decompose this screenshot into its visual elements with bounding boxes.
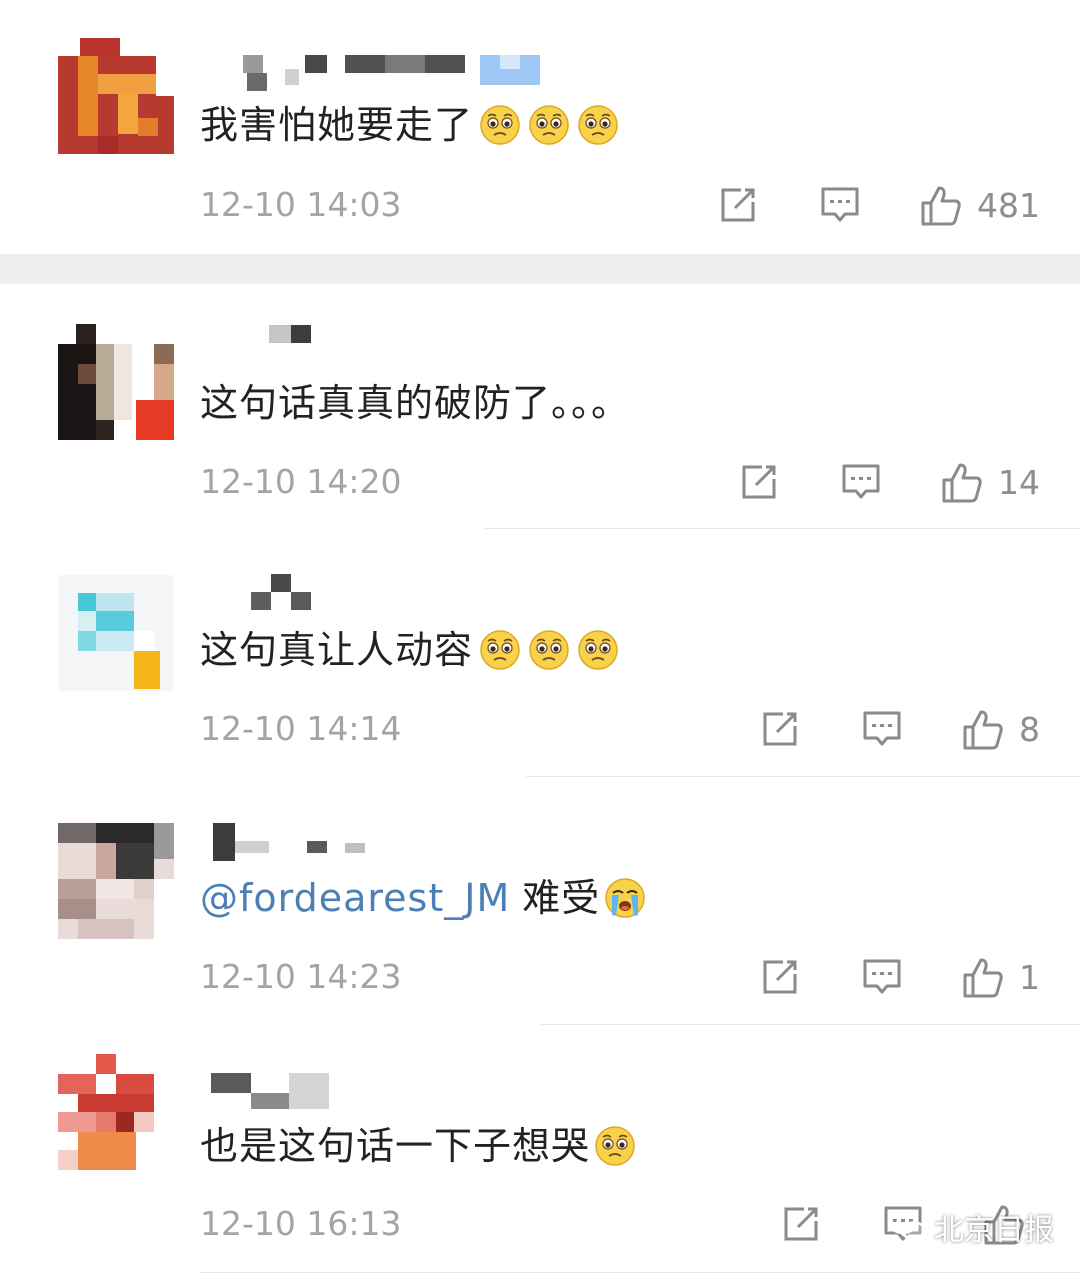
comment-actions: 8 <box>759 704 1040 754</box>
watermark-label: 北京日报 <box>934 1213 1054 1248</box>
comment-text-row: 也是这句话一下子想哭 <box>200 1121 636 1171</box>
like-count: 1 <box>1019 957 1040 997</box>
pleading-face-icon <box>577 104 619 146</box>
like-count: 8 <box>1019 709 1040 749</box>
username-mosaic[interactable] <box>205 1073 345 1117</box>
avatar[interactable] <box>58 575 174 691</box>
comment-actions: 481 <box>717 180 1040 230</box>
avatar[interactable] <box>58 38 174 154</box>
like-count: 14 <box>998 462 1040 502</box>
comment-timestamp: 12-10 16:13 <box>200 1204 402 1243</box>
comment-icon[interactable] <box>819 184 861 226</box>
pleading-face-icon <box>479 104 521 146</box>
like-count: 481 <box>977 185 1040 225</box>
comment-actions: 14 <box>738 457 1040 507</box>
comment-text: 难受 <box>522 876 601 920</box>
comment-timestamp: 12-10 14:20 <box>200 462 402 501</box>
comment-text-row: @fordearest_JM 难受 <box>200 873 646 923</box>
pleading-face-icon <box>594 1125 636 1167</box>
comment-timestamp: 12-10 14:03 <box>200 185 402 224</box>
divider <box>200 1272 1080 1273</box>
divider <box>526 776 1080 777</box>
thumbs-up-icon[interactable] <box>919 184 961 226</box>
avatar[interactable] <box>58 823 174 939</box>
mention-link[interactable]: @fordearest_JM <box>200 873 510 923</box>
divider <box>541 1024 1080 1025</box>
comment-actions: 1 <box>759 952 1040 1002</box>
wechat-icon <box>888 1210 928 1244</box>
username-mosaic[interactable] <box>205 574 325 618</box>
watermark: 北京日报 <box>888 1202 1054 1252</box>
thumbs-up-icon[interactable] <box>961 708 1003 750</box>
pleading-face-icon <box>528 104 570 146</box>
share-icon[interactable] <box>780 1203 822 1245</box>
crying-face-icon <box>604 877 646 919</box>
pleading-face-icon <box>528 629 570 671</box>
share-icon[interactable] <box>759 956 801 998</box>
thumbs-up-icon[interactable] <box>940 461 982 503</box>
username-mosaic[interactable] <box>205 55 545 99</box>
pleading-face-icon <box>479 629 521 671</box>
comment-timestamp: 12-10 14:14 <box>200 709 402 748</box>
comment-icon[interactable] <box>840 461 882 503</box>
comment-icon[interactable] <box>861 956 903 998</box>
section-separator <box>0 254 1080 284</box>
username-mosaic[interactable] <box>205 325 325 349</box>
divider <box>485 528 1080 529</box>
comment-text-row: 我害怕她要走了 <box>200 100 619 150</box>
username-mosaic[interactable] <box>205 823 385 867</box>
comment-icon[interactable] <box>861 708 903 750</box>
comment-text-row: 这句真让人动容 <box>200 625 619 675</box>
share-icon[interactable] <box>717 184 759 226</box>
avatar[interactable] <box>58 1054 174 1170</box>
comment-timestamp: 12-10 14:23 <box>200 957 402 996</box>
share-icon[interactable] <box>738 461 780 503</box>
pleading-face-icon <box>577 629 619 671</box>
comment-text-row: 这句话真真的破防了。。。 <box>200 378 630 428</box>
comment-text: 也是这句话一下子想哭 <box>200 1124 591 1168</box>
comment-text: 我害怕她要走了 <box>200 103 474 147</box>
share-icon[interactable] <box>759 708 801 750</box>
comment-text: 这句真让人动容 <box>200 628 474 672</box>
thumbs-up-icon[interactable] <box>961 956 1003 998</box>
avatar[interactable] <box>58 324 174 440</box>
comment-text: 这句话真真的破防了。。。 <box>200 381 631 425</box>
